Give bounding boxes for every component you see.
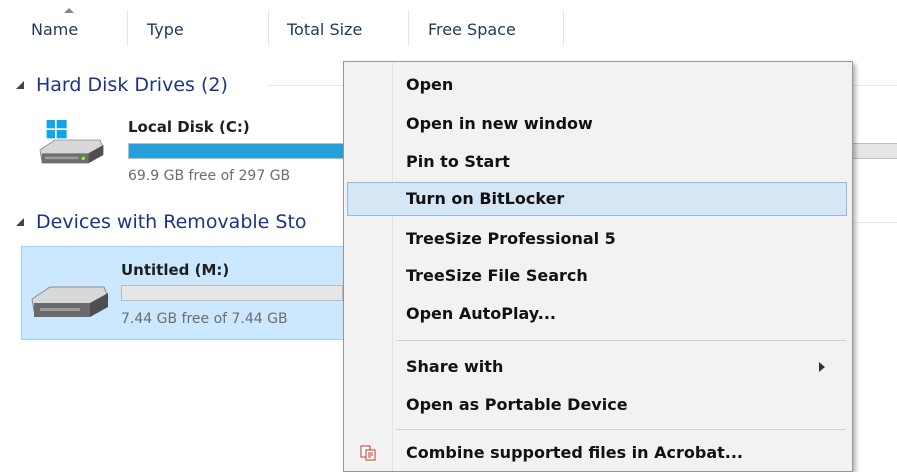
- menu-item-label: Open AutoPlay...: [406, 304, 556, 323]
- acrobat-icon: [360, 445, 376, 461]
- drive-usage-bar: [121, 285, 343, 301]
- column-header: Name Type Total Size Free Space: [0, 0, 897, 62]
- group-label: Devices with Removable Sto: [36, 211, 307, 233]
- group-divider: [268, 85, 344, 86]
- menu-item-combine-acrobat[interactable]: Combine supported files in Acrobat...: [347, 436, 847, 470]
- column-total-size[interactable]: Total Size: [287, 20, 362, 39]
- submenu-arrow-icon: [819, 362, 825, 372]
- column-separator[interactable]: [268, 10, 269, 46]
- hard-drive-icon: [39, 120, 104, 164]
- menu-item-label: TreeSize Professional 5: [406, 229, 616, 248]
- drive-untitled-m[interactable]: Untitled (M:) 7.44 GB free of 7.44 GB: [21, 246, 345, 340]
- group-label: Hard Disk Drives (2): [36, 74, 228, 96]
- menu-separator: [396, 340, 846, 341]
- menu-item-open-autoplay[interactable]: Open AutoPlay...: [347, 297, 847, 331]
- column-type[interactable]: Type: [147, 20, 184, 39]
- menu-separator: [396, 429, 846, 430]
- removable-drive-icon: [31, 286, 109, 317]
- menu-item-treesize-file-search[interactable]: TreeSize File Search: [347, 259, 847, 293]
- menu-item-label: Turn on BitLocker: [406, 189, 565, 208]
- column-separator[interactable]: [563, 10, 564, 46]
- group-divider: [852, 85, 897, 86]
- menu-item-label: TreeSize File Search: [406, 266, 588, 285]
- drive-free-space: 7.44 GB free of 7.44 GB: [121, 311, 288, 327]
- collapse-triangle-icon[interactable]: [14, 79, 26, 91]
- collapse-triangle-icon[interactable]: [14, 216, 26, 228]
- group-removable-storage[interactable]: Devices with Removable Sto: [14, 207, 307, 237]
- group-hard-disk-drives[interactable]: Hard Disk Drives (2): [14, 70, 228, 100]
- sort-ascending-icon: [64, 8, 74, 13]
- context-menu: Open Open in new window Pin to Start Tur…: [343, 61, 853, 472]
- column-separator[interactable]: [127, 10, 128, 46]
- menu-item-open[interactable]: Open: [347, 68, 847, 102]
- menu-item-label: Pin to Start: [406, 152, 510, 171]
- menu-item-open-portable-device[interactable]: Open as Portable Device: [347, 388, 847, 422]
- menu-item-label: Open in new window: [406, 114, 593, 133]
- menu-item-label: Share with: [406, 357, 504, 376]
- menu-item-label: Combine supported files in Acrobat...: [406, 443, 743, 462]
- group-divider: [852, 222, 897, 223]
- menu-item-turn-on-bitlocker[interactable]: Turn on BitLocker: [347, 182, 847, 216]
- menu-item-label: Open: [406, 75, 454, 94]
- column-free-space[interactable]: Free Space: [428, 20, 516, 39]
- menu-item-share-with[interactable]: Share with: [347, 350, 847, 384]
- column-name[interactable]: Name: [31, 20, 78, 39]
- menu-item-label: Open as Portable Device: [406, 395, 628, 414]
- menu-item-treesize-professional[interactable]: TreeSize Professional 5: [347, 222, 847, 256]
- menu-item-open-new-window[interactable]: Open in new window: [347, 107, 847, 141]
- drive-name: Local Disk (C:): [128, 118, 250, 136]
- menu-item-pin-to-start[interactable]: Pin to Start: [347, 145, 847, 179]
- drive-name: Untitled (M:): [121, 261, 230, 279]
- drive-free-space: 69.9 GB free of 297 GB: [128, 168, 291, 184]
- drive-local-disk-c[interactable]: Local Disk (C:) 69.9 GB free of 297 GB: [20, 110, 897, 194]
- column-separator[interactable]: [408, 10, 409, 46]
